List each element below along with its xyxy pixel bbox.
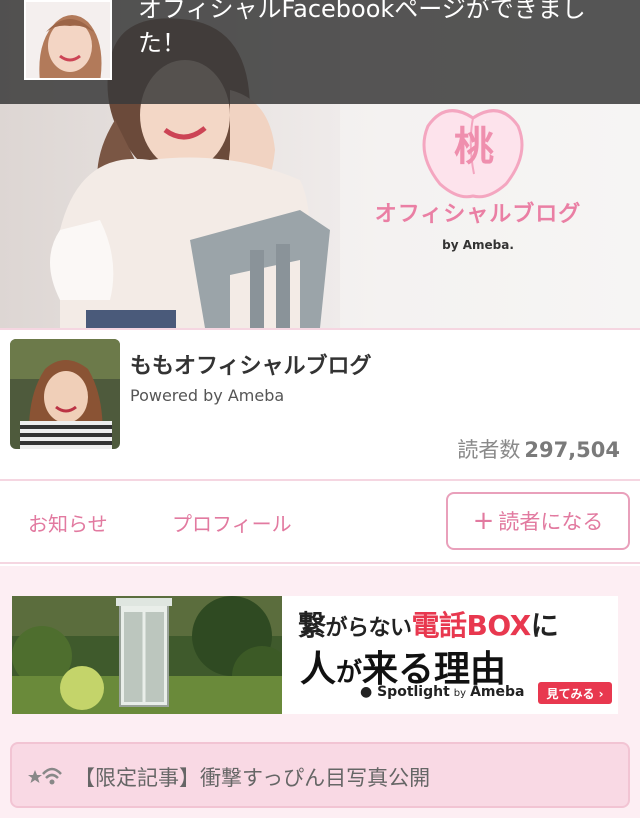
nav-news-link[interactable]: お知らせ (28, 508, 108, 537)
ad-cta-button[interactable]: 見てみる › (538, 682, 612, 704)
ad-text: 電話BOX (411, 609, 532, 642)
ad-brand: ● Spotlight by Ameba (360, 684, 525, 700)
profile-photo (10, 339, 120, 449)
ad-copy: 繋がらない電話BOXに 人が来る理由 ● Spotlight by Ameba 見て… (298, 596, 618, 714)
blog-header-image: 桃 オフィシャルブログ by Ameba. オフィシャルFacebookページが… (0, 0, 640, 328)
nav-profile-link[interactable]: プロフィール (172, 508, 292, 537)
ad-brand-by: by (453, 688, 467, 699)
limited-article-link[interactable]: 【限定記事】衝撃すっぴん目写真公開 (10, 742, 630, 808)
blog-nav: お知らせ プロフィール + 読者になる (0, 481, 640, 564)
follow-button-label: 読者になる (498, 510, 604, 534)
follow-button[interactable]: + 読者になる (446, 492, 630, 550)
reader-count-label: 読者数 (457, 438, 521, 462)
ad-banner[interactable]: 繋がらない電話BOXに 人が来る理由 ● Spotlight by Ameba 見て… (12, 596, 618, 714)
notification-bar[interactable]: オフィシャルFacebookページができました！ (0, 0, 640, 104)
notification-thumbnail (24, 0, 112, 80)
notification-text: オフィシャルFacebookページができました！ (138, 0, 586, 57)
reader-count: 読者数 297,504 (457, 434, 620, 464)
logo-text: オフィシャルブログ (374, 202, 582, 227)
plus-icon: + (472, 506, 495, 536)
ad-text: がらない (325, 616, 413, 641)
blog-profile-section: ももオフィシャルブログ Powered by Ameba 読者数 297,504 (0, 328, 640, 481)
ad-text: が (336, 658, 363, 688)
reader-count-value: 297,504 (524, 438, 620, 462)
blog-title[interactable]: ももオフィシャルブログ (130, 348, 372, 380)
ad-text: 繋 (298, 609, 326, 642)
powered-by: Powered by Ameba (130, 386, 285, 405)
logo-character: 桃 (454, 124, 494, 170)
avatar[interactable] (10, 339, 120, 449)
blog-logo: 桃 オフィシャルブログ by Ameba. (368, 104, 588, 264)
ad-brand-spotlight: Spotlight (377, 684, 450, 700)
logo-by-ameba: by Ameba. (442, 238, 514, 252)
wifi-star-icon (28, 767, 62, 785)
limited-article-text: 【限定記事】衝撃すっぴん目写真公開 (74, 766, 431, 790)
content-area: 繋がらない電話BOXに 人が来る理由 ● Spotlight by Ameba 見て… (0, 566, 640, 818)
ad-text: 人 (300, 649, 337, 690)
avatar-thumbnail-icon (26, 2, 110, 78)
ad-phone-booth-image (12, 596, 282, 714)
ad-text: に (530, 609, 559, 642)
ad-brand-ameba: Ameba (470, 684, 525, 700)
ad-headline-line1: 繋がらない電話BOXに (298, 604, 559, 644)
